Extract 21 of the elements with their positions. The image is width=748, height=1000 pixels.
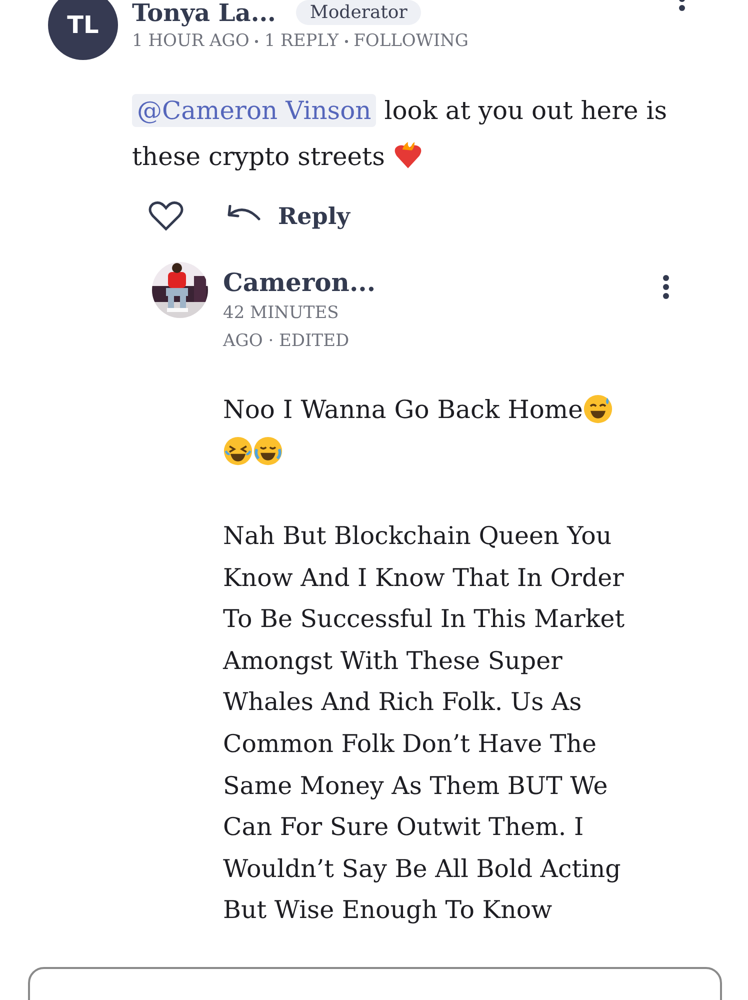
author-name[interactable]: Cameron... [223, 268, 376, 297]
separator-dot [255, 40, 258, 42]
reply-button[interactable]: Reply [226, 202, 350, 230]
separator-dot [344, 40, 348, 42]
comment-meta: 1 REPLY [264, 31, 339, 51]
rolling-laughing-icon [223, 436, 253, 466]
heart-icon[interactable] [148, 200, 184, 232]
tears-of-joy-icon [253, 436, 283, 466]
sweat-smile-icon [582, 394, 613, 424]
more-icon[interactable] [662, 274, 670, 300]
moderator-badge: Moderator [296, 0, 422, 25]
reply-meta: 42 MINUTES AGO · EDITED [223, 302, 350, 353]
author-name[interactable]: Tonya La... [132, 0, 276, 27]
comment-text: @Cameron Vinson look at you out here is these crypto streets [132, 93, 668, 173]
comment-meta: FOLLOWING [354, 31, 469, 51]
user-avatar[interactable]: TL [48, 0, 118, 60]
comment-meta: 1 HOUR AGO [132, 31, 250, 51]
mention-link[interactable]: @Cameron Vinson [132, 94, 376, 127]
reply-text: Noo I Wanna Go Back Home [223, 395, 583, 424]
reply-text: Nah But Blockchain Queen You Know And I Know That In Order To Be Successful In This Market Amongst With These Super Whales And Rich Folk. Us As Common Folk Don’t Have The Same Money As Them BUT We Can For Sure Outwit Them. I Wouldn’t Say Be All Bold Acting But Wise Enough To Know [223, 520, 625, 926]
heart-on-fire-icon [392, 141, 423, 171]
